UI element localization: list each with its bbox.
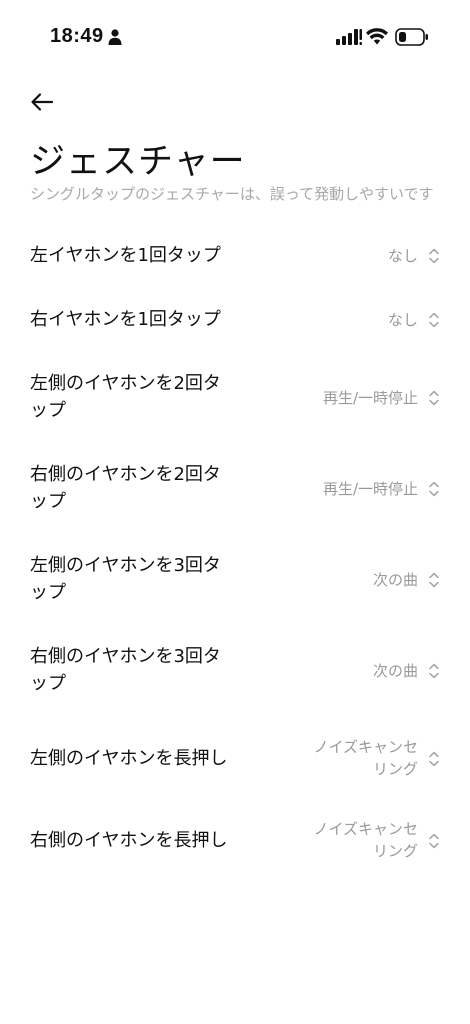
- chevron-updown-icon: [429, 390, 439, 406]
- setting-value: なし: [387, 311, 418, 329]
- setting-label: 右側のイヤホンを2回タップ: [30, 464, 221, 512]
- setting-value: 再生/一時停止: [322, 480, 418, 498]
- chevron-updown-icon: [429, 833, 439, 849]
- setting-row-right-double-tap[interactable]: 右側のイヤホンを2回タップ 再生/一時停止: [0, 459, 470, 519]
- signal-icon: [336, 29, 362, 45]
- chevron-updown-icon: [429, 312, 439, 328]
- wifi-icon: [366, 28, 388, 45]
- setting-value: 次の曲: [372, 662, 418, 680]
- setting-value: なし: [387, 247, 418, 265]
- setting-value: 次の曲: [372, 571, 418, 589]
- arrow-left-icon: [31, 93, 54, 111]
- back-button[interactable]: [22, 84, 62, 120]
- setting-label: 左側のイヤホンを2回タップ: [30, 373, 221, 421]
- chevron-updown-icon: [429, 481, 439, 497]
- setting-label: 右側のイヤホンを長押し: [30, 830, 228, 851]
- chevron-updown-icon: [429, 248, 439, 264]
- battery-icon: [395, 28, 428, 46]
- page-title: ジェスチャー: [30, 142, 246, 182]
- setting-row-left-single-tap[interactable]: 左イヤホンを1回タップ なし: [0, 236, 470, 276]
- setting-label: 左側のイヤホンを3回タップ: [30, 555, 221, 603]
- setting-row-left-double-tap[interactable]: 左側のイヤホンを2回タップ 再生/一時停止: [0, 368, 470, 428]
- setting-row-right-single-tap[interactable]: 右イヤホンを1回タップ なし: [0, 300, 470, 340]
- setting-label: 右側のイヤホンを3回タップ: [30, 646, 221, 694]
- person-icon: [108, 29, 122, 45]
- setting-value: 再生/一時停止: [322, 389, 418, 407]
- setting-row-left-long-press[interactable]: 左側のイヤホンを長押し ノイズキャンセリング: [0, 734, 470, 784]
- setting-value: ノイズキャンセリング: [313, 738, 418, 778]
- page-description: シングルタップのジェスチャーは、誤って発動しやすいです: [30, 185, 434, 203]
- setting-label: 左側のイヤホンを長押し: [30, 748, 228, 769]
- chevron-updown-icon: [429, 572, 439, 588]
- chevron-updown-icon: [429, 751, 439, 767]
- setting-label: 右イヤホンを1回タップ: [30, 309, 221, 330]
- setting-row-left-triple-tap[interactable]: 左側のイヤホンを3回タップ 次の曲: [0, 550, 470, 610]
- status-bar: 18:49: [0, 0, 470, 76]
- chevron-updown-icon: [429, 663, 439, 679]
- setting-row-right-triple-tap[interactable]: 右側のイヤホンを3回タップ 次の曲: [0, 641, 470, 701]
- setting-value: ノイズキャンセリング: [313, 820, 418, 860]
- setting-row-right-long-press[interactable]: 右側のイヤホンを長押し ノイズキャンセリング: [0, 816, 470, 866]
- status-time: 18:49: [50, 25, 104, 47]
- setting-label: 左イヤホンを1回タップ: [30, 245, 221, 266]
